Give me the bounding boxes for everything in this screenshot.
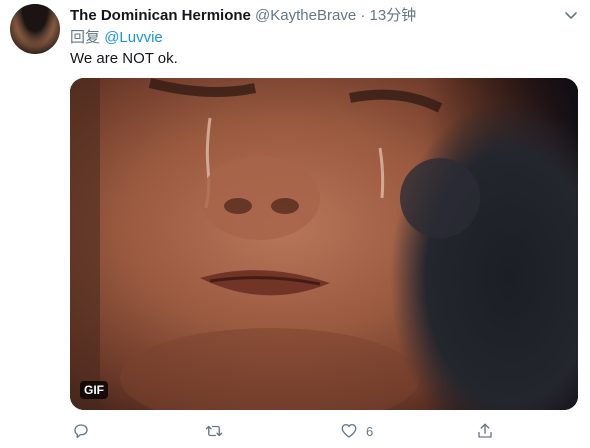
share-button[interactable] bbox=[476, 421, 502, 441]
share-icon bbox=[478, 423, 492, 438]
tweet-header: The Dominican Hermione @KaytheBrave · 13… bbox=[70, 7, 416, 25]
author-name[interactable]: The Dominican Hermione bbox=[70, 7, 251, 24]
reply-prefix: 回复 bbox=[70, 29, 101, 46]
like-button[interactable]: 6 bbox=[340, 421, 373, 441]
heart-icon bbox=[341, 423, 357, 438]
tweet-text: We are NOT ok. bbox=[70, 50, 178, 67]
avatar[interactable] bbox=[10, 4, 60, 54]
retweet-icon bbox=[205, 425, 223, 437]
gif-media[interactable] bbox=[70, 78, 578, 410]
timestamp[interactable]: 13分钟 bbox=[370, 7, 417, 24]
crying-face-image bbox=[70, 78, 578, 410]
like-count: 6 bbox=[366, 423, 374, 439]
chevron-down-icon[interactable] bbox=[564, 10, 578, 20]
avatar-hair bbox=[10, 4, 60, 54]
retweet-button[interactable] bbox=[204, 421, 232, 441]
reply-icon bbox=[74, 424, 88, 439]
tweet: The Dominican Hermione @KaytheBrave · 13… bbox=[0, 0, 590, 448]
tweet-actions: 6 bbox=[70, 421, 580, 441]
reply-context: 回复 @Luvvie bbox=[70, 29, 163, 47]
reply-button[interactable] bbox=[72, 421, 98, 441]
author-handle[interactable]: @KaytheBrave bbox=[255, 7, 356, 24]
gif-badge: GIF bbox=[80, 381, 108, 399]
reply-mention-link[interactable]: @Luvvie bbox=[104, 29, 163, 46]
separator-dot: · bbox=[360, 7, 366, 24]
